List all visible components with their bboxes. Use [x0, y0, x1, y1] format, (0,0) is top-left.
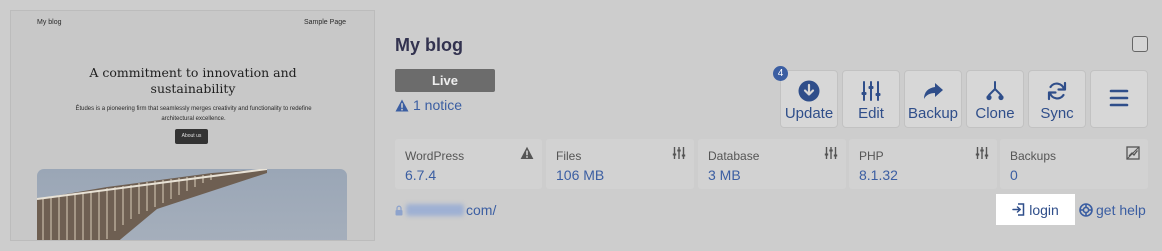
- stat-backups[interactable]: Backups 0: [1000, 139, 1148, 189]
- preview-site-title: My blog: [37, 19, 62, 26]
- sliders-icon[interactable]: [975, 146, 989, 160]
- preview-hero-image: [37, 169, 347, 240]
- stat-php[interactable]: PHP 8.1.32: [849, 139, 997, 189]
- notice-link[interactable]: 1 notice: [395, 97, 462, 113]
- stat-label: WordPress: [405, 149, 465, 163]
- get-help-link[interactable]: get help: [1079, 202, 1146, 218]
- site-preview-thumbnail[interactable]: My blog Sample Page A commitment to inno…: [10, 10, 375, 241]
- notice-label: 1 notice: [413, 97, 463, 113]
- preview-about-button: About us: [175, 129, 208, 144]
- site-title[interactable]: My blog: [395, 35, 463, 56]
- status-badge: Live: [395, 69, 495, 92]
- select-site-checkbox[interactable]: [1132, 36, 1148, 52]
- help-label: get help: [1096, 202, 1146, 218]
- chart-icon[interactable]: [1126, 146, 1140, 160]
- site-url-link[interactable]: com/: [395, 202, 496, 218]
- stat-value: 8.1.32: [859, 167, 898, 183]
- preview-body-text: Études is a pioneering firm that seamles…: [75, 106, 312, 122]
- backup-label: Backup: [907, 105, 959, 122]
- stat-database[interactable]: Database 3 MB: [698, 139, 846, 189]
- login-button[interactable]: login: [996, 194, 1075, 225]
- clone-label: Clone: [975, 105, 1015, 122]
- menu-button[interactable]: [1090, 70, 1148, 128]
- lock-icon: [395, 205, 403, 215]
- stat-wordpress[interactable]: WordPress 6.7.4: [395, 139, 542, 189]
- edit-button[interactable]: Edit: [842, 70, 900, 128]
- update-button[interactable]: Update: [780, 70, 838, 128]
- stat-files[interactable]: Files 106 MB: [546, 139, 694, 189]
- login-label: login: [1029, 201, 1059, 218]
- preview-headline: A commitment to innovation and sustainab…: [89, 65, 297, 96]
- preview-nav-item: Sample Page: [303, 19, 346, 26]
- sliders-icon: [861, 81, 881, 101]
- lifebuoy-icon: [1079, 203, 1093, 217]
- stat-value: 3 MB: [708, 167, 741, 183]
- stat-value: 0: [1010, 167, 1018, 183]
- share-arrow-icon: [924, 83, 943, 99]
- backup-button[interactable]: Backup: [904, 70, 962, 128]
- stat-label: Backups: [1010, 149, 1057, 163]
- warning-icon: [395, 99, 409, 112]
- download-circle-icon: [798, 80, 820, 102]
- clone-button[interactable]: Clone: [966, 70, 1024, 128]
- sliders-icon[interactable]: [672, 146, 686, 160]
- update-count-badge: 4: [773, 66, 788, 81]
- sync-label: Sync: [1040, 105, 1074, 122]
- hamburger-menu-icon: [1109, 89, 1129, 107]
- stat-label: PHP: [859, 149, 884, 163]
- sliders-icon[interactable]: [824, 146, 838, 160]
- sign-in-icon: [1012, 203, 1025, 216]
- fork-icon: [986, 81, 1004, 101]
- sync-button[interactable]: Sync: [1028, 70, 1086, 128]
- stat-value: 106 MB: [556, 167, 605, 183]
- edit-label: Edit: [858, 105, 884, 122]
- sync-icon: [1047, 81, 1067, 101]
- site-url-suffix: com/: [466, 202, 497, 218]
- redacted-domain: [406, 204, 464, 216]
- stat-value: 6.7.4: [405, 167, 437, 183]
- stat-label: Database: [708, 149, 760, 163]
- warning-icon[interactable]: [520, 146, 534, 160]
- update-label: Update: [784, 105, 834, 122]
- stat-label: Files: [556, 149, 582, 163]
